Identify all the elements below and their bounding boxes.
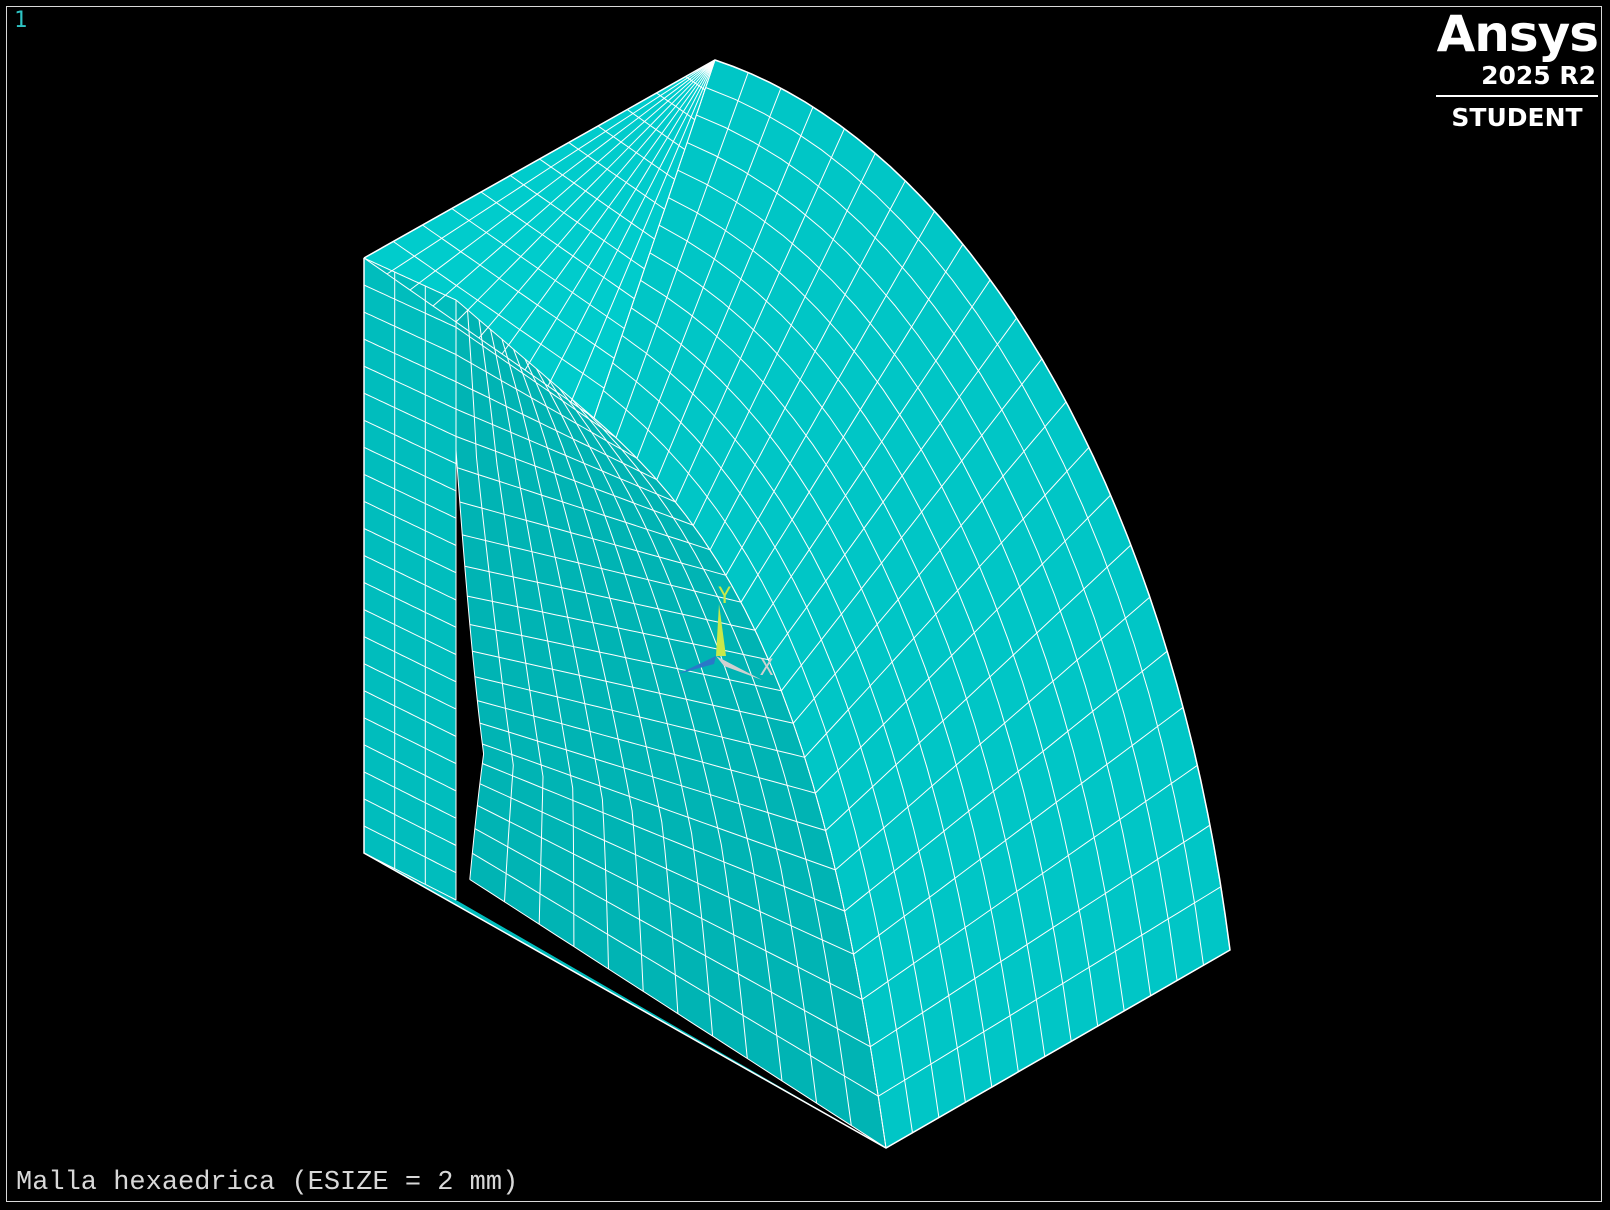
- left-face: [364, 258, 456, 900]
- ansys-logo: Ansys 2025 R2 STUDENT: [1428, 5, 1599, 132]
- logo-version: 2025 R2: [1481, 60, 1596, 90]
- triad-y-label: Y: [718, 584, 732, 609]
- hexahedral-mesh: [363, 59, 1231, 1149]
- logo-divider: [1436, 94, 1598, 97]
- logo-edition: STUDENT: [1451, 102, 1583, 132]
- logo-name: Ansys: [1436, 5, 1599, 63]
- mesh-plot[interactable]: [0, 0, 1610, 1210]
- plot-title: Malla hexaedrica (ESIZE = 2 mm): [16, 1168, 519, 1198]
- window-number: 1: [14, 8, 28, 33]
- triad-x-label: X: [760, 656, 774, 681]
- graphics-viewport[interactable]: 1 Ansys 2025 R2 STUDENT Y X Malla hexaed…: [0, 0, 1610, 1210]
